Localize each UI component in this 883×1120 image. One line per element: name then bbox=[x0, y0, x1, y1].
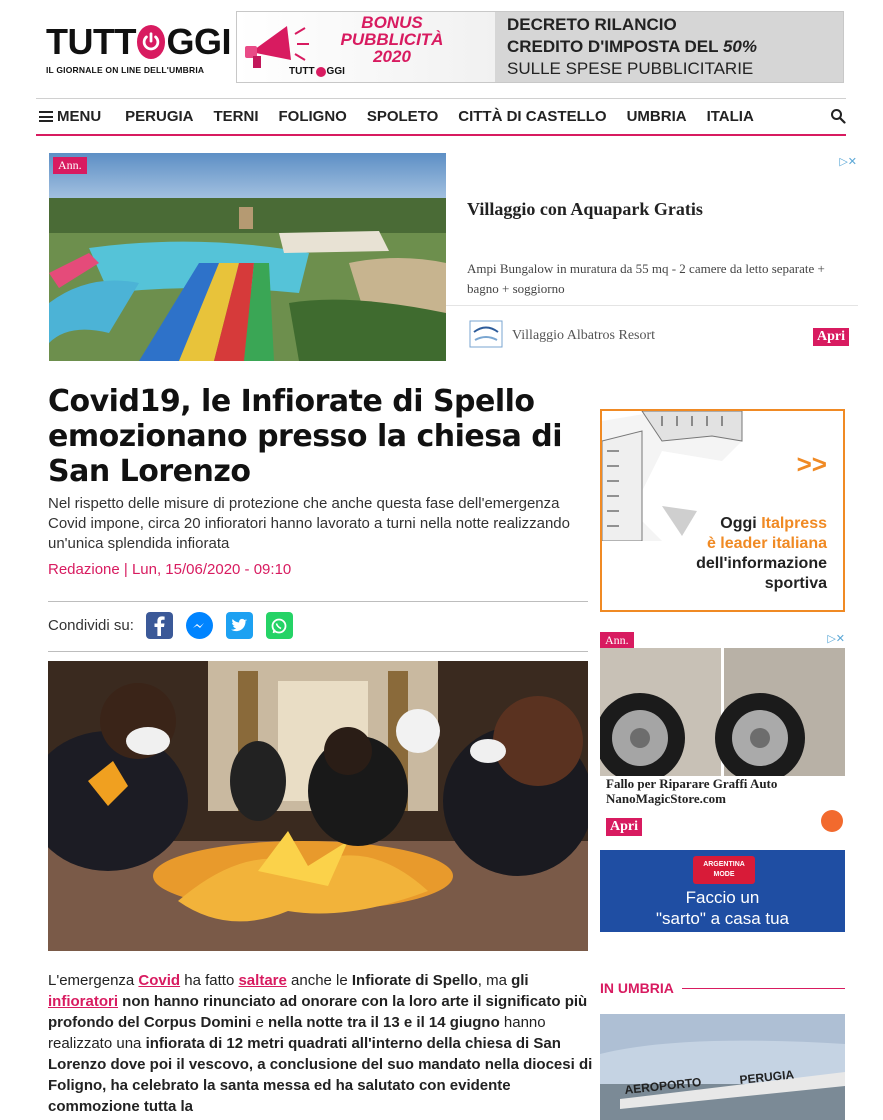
nanomagic-ad[interactable]: Ann. ▷✕ Fallo per Riparare Graffi Auto N… bbox=[600, 632, 845, 837]
aquapark-ad[interactable]: Ann. ▷✕ Villaggio con Aquapark Gratis Am… bbox=[49, 153, 859, 361]
argentina-brand: ARGENTINA bbox=[703, 861, 745, 868]
body-text-run: anche le bbox=[286, 972, 352, 989]
italpress-line-1: Oggi Italpress bbox=[696, 514, 827, 534]
ad-badge: Ann. bbox=[53, 157, 87, 174]
link-covid[interactable]: Covid bbox=[138, 972, 180, 989]
logo-tagline: IL GIORNALE ON LINE DELL'UMBRIA bbox=[46, 65, 205, 75]
link-infioratori[interactable]: infioratori bbox=[48, 993, 118, 1010]
section-title-in-umbria[interactable]: IN UMBRIA bbox=[600, 980, 845, 996]
argentina-line-2: "sarto" a casa tua bbox=[655, 909, 790, 928]
menu-button[interactable]: MENU bbox=[39, 108, 101, 125]
banner-line-2-text: CREDITO D'IMPOSTA DEL bbox=[507, 37, 723, 56]
main-nav: MENU PERUGIA TERNI FOLIGNO SPOLETO CITTÀ… bbox=[36, 98, 846, 136]
body-text-run: ha fatto bbox=[180, 972, 239, 989]
aquapark-image: Ann. bbox=[49, 153, 446, 361]
albatros-logo-icon bbox=[469, 320, 503, 348]
nav-item-umbria[interactable]: UMBRIA bbox=[627, 108, 687, 125]
site-header: TUTT GGI IL GIORNALE ON LINE DELL'UMBRIA… bbox=[0, 0, 883, 95]
nav-item-italia[interactable]: ITALIA bbox=[707, 108, 754, 125]
adchoices-icon[interactable]: ▷✕ bbox=[827, 632, 845, 645]
italpress-line-2: è leader italiana bbox=[706, 535, 827, 552]
adchoices-icon[interactable]: ▷✕ bbox=[839, 155, 857, 168]
nanomagic-text: Fallo per Riparare Graffi Auto NanoMagic… bbox=[606, 776, 841, 806]
ad-description: Ampi Bungalow in muratura da 55 mq - 2 c… bbox=[467, 261, 825, 296]
share-divider-top bbox=[48, 601, 588, 602]
nav-item-citta-di-castello[interactable]: CITTÀ DI CASTELLO bbox=[458, 108, 606, 125]
body-text-run: L'emergenza bbox=[48, 972, 139, 989]
body-bold-run: nella notte tra il 13 e il 14 giugno bbox=[268, 1014, 500, 1031]
bonus-line-1: BONUS bbox=[361, 13, 423, 32]
argentina-logo: ARGENTINA MODE bbox=[693, 856, 755, 884]
argentina-line-1: Faccio un bbox=[685, 888, 760, 907]
italpress-line-4: sportiva bbox=[764, 575, 827, 592]
body-text-run: , ma bbox=[477, 972, 512, 989]
section-title-rule bbox=[681, 987, 845, 989]
bonus-line-3: 2020 bbox=[373, 47, 411, 66]
link-saltare[interactable]: saltare bbox=[238, 972, 286, 989]
logo-text-left: TUTT bbox=[46, 21, 136, 62]
italpress-oggi: Oggi bbox=[720, 515, 762, 532]
argentina-ad[interactable]: ARGENTINA MODE Faccio un "sarto" a casa … bbox=[600, 850, 845, 932]
banner-line-2: CREDITO D'IMPOSTA DEL 50% bbox=[507, 36, 837, 58]
search-icon[interactable] bbox=[830, 108, 846, 124]
banner-line-3: SULLE SPESE PUBBLICITARIE bbox=[507, 59, 754, 78]
share-divider-bottom bbox=[48, 651, 588, 652]
banner-mini-logo: TUTT GGI bbox=[289, 66, 345, 77]
body-bold-run: gli bbox=[511, 972, 529, 989]
power-icon bbox=[136, 25, 166, 59]
argentina-brand-sub: MODE bbox=[713, 871, 735, 878]
body-bold-run: Infiorate di Spello bbox=[351, 972, 478, 989]
ad-divider bbox=[446, 305, 858, 306]
article-headline: Covid19, le Infiorate di Spello emoziona… bbox=[48, 384, 563, 489]
airport-photo[interactable]: AEROPORTO PERUGIA bbox=[600, 1014, 845, 1120]
article-byline[interactable]: Redazione | Lun, 15/06/2020 - 09:10 bbox=[48, 561, 291, 578]
banner-left-panel: BONUS PUBBLICITÀ 2020 TUTT GGI bbox=[237, 12, 495, 82]
hamburger-icon bbox=[39, 111, 53, 122]
italpress-arrows: >> bbox=[796, 449, 827, 479]
banner-percent: 50% bbox=[722, 37, 757, 56]
article-body: L'emergenza Covid ha fatto saltare anche… bbox=[48, 970, 593, 1117]
banner-mini-left: TUTT bbox=[289, 66, 315, 77]
bonus-headline: BONUS PUBBLICITÀ 2020 bbox=[317, 14, 467, 65]
logo-wordmark: TUTT GGI bbox=[46, 22, 231, 62]
logo-text-right: GGI bbox=[166, 21, 231, 62]
italpress-line-3: dell'informazione bbox=[696, 555, 827, 572]
advertiser-logo-icon bbox=[821, 810, 843, 832]
ad-open-button[interactable]: Apri bbox=[606, 818, 642, 836]
header-ad-banner[interactable]: BONUS PUBBLICITÀ 2020 TUTT GGI DECRETO RI… bbox=[236, 11, 844, 83]
nav-item-spoleto[interactable]: SPOLETO bbox=[367, 108, 438, 125]
megaphone-icon bbox=[245, 26, 309, 68]
section-title-label: IN UMBRIA bbox=[600, 980, 674, 996]
nanomagic-title[interactable]: Fallo per Riparare Graffi Auto bbox=[606, 776, 841, 791]
whatsapp-icon[interactable] bbox=[265, 612, 293, 639]
ad-badge: Ann. bbox=[600, 632, 634, 649]
facebook-icon[interactable] bbox=[145, 612, 173, 639]
messenger-icon[interactable] bbox=[185, 612, 213, 639]
site-logo[interactable]: TUTT GGI IL GIORNALE ON LINE DELL'UMBRIA bbox=[46, 22, 231, 82]
ad-brand: Villaggio Albatros Resort bbox=[512, 328, 656, 343]
nav-item-perugia[interactable]: PERUGIA bbox=[125, 108, 193, 125]
nanomagic-domain: NanoMagicStore.com bbox=[606, 791, 726, 806]
article-photo bbox=[48, 661, 588, 951]
banner-right-text: DECRETO RILANCIO CREDITO D'IMPOSTA DEL 5… bbox=[507, 14, 837, 80]
bonus-line-2: PUBBLICITÀ bbox=[340, 30, 444, 49]
share-label: Condividi su: bbox=[48, 617, 134, 634]
ad-open-button[interactable]: Apri bbox=[813, 328, 849, 346]
power-dot-icon bbox=[315, 66, 326, 77]
menu-label: MENU bbox=[57, 108, 102, 125]
twitter-icon[interactable] bbox=[225, 612, 253, 639]
banner-line-1: DECRETO RILANCIO bbox=[507, 15, 677, 34]
nav-item-foligno[interactable]: FOLIGNO bbox=[279, 108, 347, 125]
share-bar: Condividi su: bbox=[48, 612, 306, 639]
italpress-ad[interactable]: >> Oggi Italpress è leader italiana dell… bbox=[600, 409, 845, 612]
italpress-brand: Italpress bbox=[761, 515, 827, 532]
nav-item-terni[interactable]: TERNI bbox=[214, 108, 259, 125]
article-subhead: Nel rispetto delle misure di protezione … bbox=[48, 495, 570, 552]
banner-mini-right: GGI bbox=[326, 66, 345, 77]
ad-title[interactable]: Villaggio con Aquapark Gratis bbox=[467, 199, 703, 220]
body-text-run: e bbox=[251, 1014, 269, 1031]
italpress-copy: Oggi Italpress è leader italiana dell'in… bbox=[696, 514, 827, 594]
